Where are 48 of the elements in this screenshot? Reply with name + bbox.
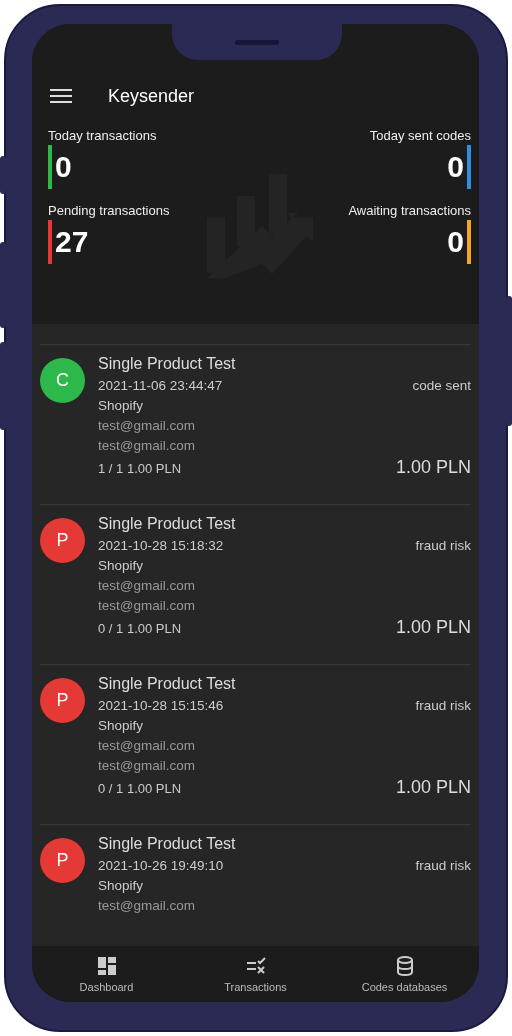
status-label: fraud risk [415, 858, 471, 873]
stat-value: 0 [447, 150, 464, 184]
avatar: C [40, 358, 85, 403]
email: test@gmail.com [98, 578, 196, 593]
amount: 1.00 PLN [395, 457, 471, 478]
stat-label: Awaiting transactions [348, 203, 471, 218]
avatar: P [40, 838, 85, 883]
amount: 1.00 PLN [395, 617, 471, 638]
status-label: fraud risk [415, 698, 471, 713]
transaction-item[interactable]: P Single Product Test 2021-10-28 15:18:32 fraud risk Shopify test@gmail.com test@gmail.com 0 / 1 1.00 PLN 1.00 PLN [40, 504, 471, 664]
quantity-price: 0 / 1 1.00 PLN [98, 781, 182, 796]
store-name: Shopify [98, 878, 145, 893]
email: test@gmail.com [98, 598, 196, 613]
nav-tab[interactable]: Transactions [224, 981, 287, 993]
date-time: 2021-10-28 15:15:46 [98, 698, 224, 713]
transaction-item[interactable]: P Single Product Test 2021-10-28 15:15:46 fraud risk Shopify test@gmail.com test@gmail.com 0 / 1 1.00 PLN 1.00 PLN [40, 664, 471, 824]
email: test@gmail.com [98, 758, 196, 773]
avatar: P [40, 518, 85, 563]
app-title: Keysender [108, 85, 195, 107]
quantity-price: 1 / 1 1.00 PLN [98, 461, 182, 476]
stat-label: Today transactions [48, 128, 158, 143]
product-name: Single Product Test [98, 355, 237, 373]
transaction-item[interactable]: C Single Product Test 2021-11-06 23:44:47 code sent Shopify test@gmail.com test@gmail.com 1 / 1 1.00 PLN 1.00 PLN [40, 344, 471, 504]
nav-tab[interactable]: Dashboard [79, 981, 134, 993]
stat-value: 27 [55, 225, 89, 259]
nav-tab[interactable]: Codes databases [361, 981, 448, 993]
stat-value: 0 [447, 225, 464, 259]
status-label: fraud risk [415, 538, 471, 553]
date-time: 2021-11-06 23:44:47 [98, 378, 223, 393]
amount: 1.00 PLN [395, 777, 471, 798]
stat-label: Today sent codes [369, 128, 471, 143]
quantity-price: 0 / 1 1.00 PLN [98, 621, 182, 636]
email: test@gmail.com [98, 898, 196, 913]
date-time: 2021-10-28 15:18:32 [98, 538, 224, 553]
store-name: Shopify [98, 558, 145, 573]
stat-value: 0 [55, 150, 72, 184]
date-time: 2021-10-26 19:49:10 [98, 858, 224, 873]
product-name: Single Product Test [98, 835, 237, 853]
store-name: Shopify [98, 398, 145, 413]
store-name: Shopify [98, 718, 145, 733]
product-name: Single Product Test [98, 515, 237, 533]
email: test@gmail.com [98, 418, 196, 433]
stat-label: Pending transactions [48, 203, 171, 218]
product-name: Single Product Test [98, 675, 237, 693]
status-label: code sent [412, 378, 471, 393]
email: test@gmail.com [98, 738, 196, 753]
email: test@gmail.com [98, 438, 196, 453]
avatar: P [40, 678, 85, 723]
